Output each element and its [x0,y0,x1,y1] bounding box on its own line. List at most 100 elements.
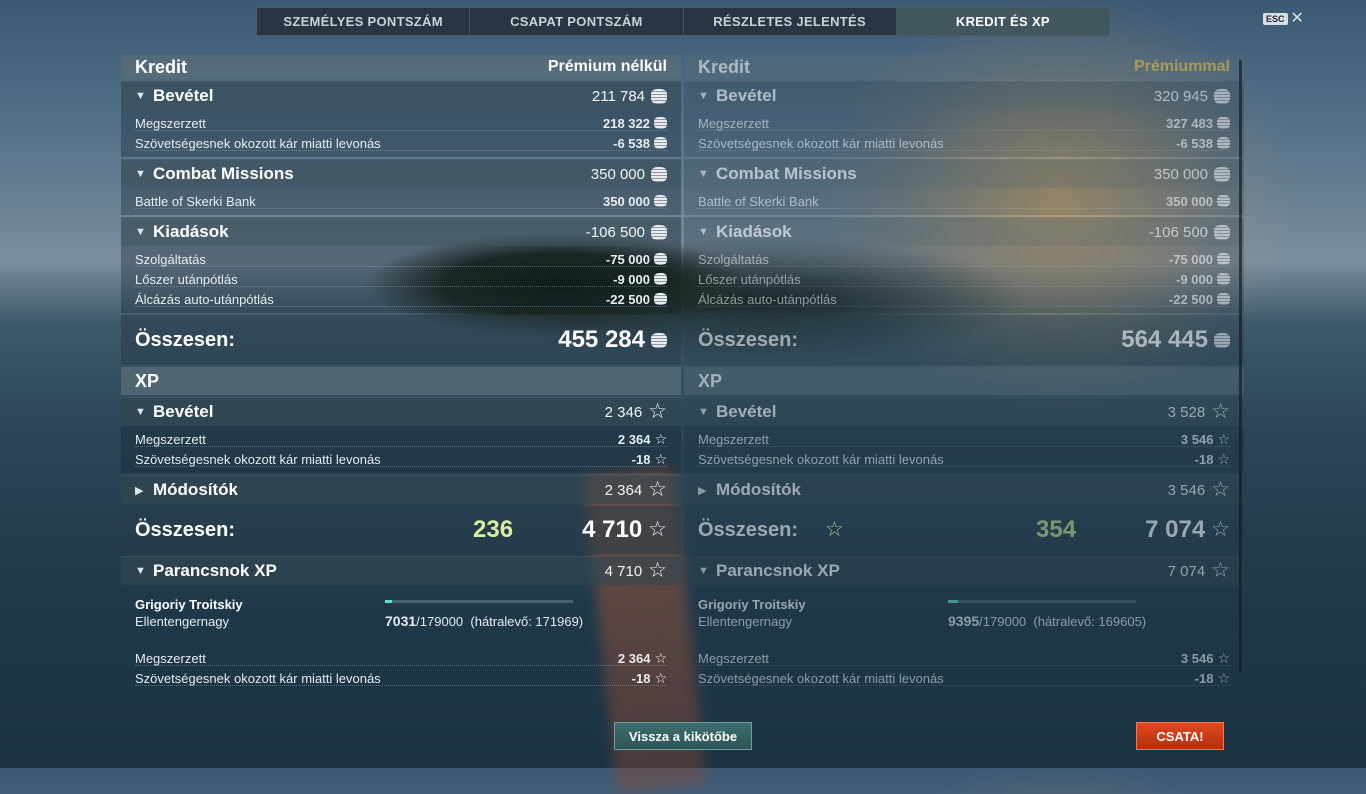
section-income[interactable]: ▼ Bevétel 320 945 [684,81,1244,110]
star-icon: ☆ [1217,670,1230,686]
list-item: Álcázás auto-utánpótlás -22 500 [121,289,681,309]
star-icon: ☆ [1217,650,1230,666]
list-item: Szövetségesnek okozott kár miatti levoná… [121,449,681,469]
commander-progress-bar [385,600,573,603]
credit-icon [651,224,667,240]
xp-total-value: 7 074 [1145,516,1206,543]
section-modifiers[interactable]: ▶ Módosítók 3 546 ☆ [684,475,1244,504]
collapse-triangle-icon: ▼ [135,90,146,102]
star-icon: ☆ [1211,400,1230,423]
section-label: Combat Missions [153,164,294,183]
star-icon: ☆ [648,400,667,423]
collapse-triangle-icon: ▼ [698,168,709,180]
section-commander-xp[interactable]: ▼ Parancsnok XP 7 074 ☆ [684,556,1244,585]
free-xp-value: 236 [473,516,514,543]
xp-header: XP [684,367,1244,395]
star-icon: ☆ [654,650,667,666]
tab-personal-score[interactable]: SZEMÉLYES PONTSZÁM [257,8,471,35]
panel-with-premium: Kredit Prémiummal ▼ Bevétel 320 945 Megsz… [684,55,1244,692]
list-item: Szövetségesnek okozott kár miatti levoná… [121,668,681,688]
xp-total: Összesen: 236☆ 4 710☆ [121,506,844,554]
credit-icon [654,293,667,305]
credit-header: Kredit Prémiummal [684,55,1244,79]
collapse-triangle-icon: ▼ [135,168,146,180]
section-value: -106 500 [585,223,645,241]
tab-detailed-report[interactable]: RÉSZLETES JELENTÉS [683,8,897,35]
credit-icon [1217,273,1230,285]
section-expenses[interactable]: ▼ Kiadások -106 500 [684,217,1244,246]
section-xp-income[interactable]: ▼ Bevétel 2 346 ☆ [121,397,681,426]
list-item: Szövetségesnek okozott kár miatti levoná… [684,668,1244,688]
section-value: 2 346 [604,403,643,421]
tab-team-score[interactable]: CSAPAT PONTSZÁM [470,8,684,35]
list-item: Álcázás auto-utánpótlás -22 500 [684,289,1244,309]
section-modifiers[interactable]: ▶ Módosítók 2 364 ☆ [121,475,681,504]
section-label: Bevétel [716,86,777,105]
star-icon: ☆ [654,431,667,447]
section-value: 320 945 [1153,87,1208,105]
section-label: Módosítók [153,480,238,499]
section-label: Kiadások [153,222,229,241]
list-item: Szövetségesnek okozott kár miatti levoná… [121,133,681,153]
expand-triangle-icon: ▶ [135,484,144,497]
section-label: Bevétel [153,86,214,105]
collapse-triangle-icon: ▼ [698,90,709,102]
section-xp-income[interactable]: ▼ Bevétel 3 528 ☆ [684,397,1244,426]
xp-header: XP [121,367,681,395]
section-label: Parancsnok XP [716,561,840,580]
collapse-triangle-icon: ▼ [135,565,146,577]
credit-icon [1217,117,1230,129]
star-icon: ☆ [1217,431,1230,447]
star-icon: ☆ [648,478,667,501]
list-item: Battle of Skerki Bank 350 000 [121,191,681,211]
section-value: 7 074 [1167,562,1206,580]
star-icon: ☆ [648,559,667,582]
section-expenses[interactable]: ▼ Kiadások -106 500 [121,217,681,246]
star-icon: ☆ [1211,518,1230,541]
section-income[interactable]: ▼ Bevétel 211 784 [121,81,681,110]
star-icon: ☆ [648,518,667,541]
collapse-triangle-icon: ▼ [135,406,146,418]
star-icon: ☆ [1211,478,1230,501]
section-label: Combat Missions [716,164,857,183]
tab-bar: SZEMÉLYES PONTSZÁM CSAPAT PONTSZÁM RÉSZL… [256,7,1110,36]
scrollbar[interactable] [1239,60,1242,672]
account-type-label: Prémium nélkül [547,58,667,75]
collapse-triangle-icon: ▼ [698,565,709,577]
section-label: Bevétel [716,402,777,421]
commander-progress-text: 9395/179000 (hátralevő: 169605) [948,613,1147,629]
account-type-label: Prémiummal [1133,58,1230,75]
commander-progress-text: 7031/179000 (hátralevő: 171969) [385,613,584,629]
list-item: Lőszer utánpótlás -9 000 [684,269,1244,289]
section-label: Parancsnok XP [153,561,277,580]
esc-close-button[interactable]: ESC ✕ [1263,10,1304,27]
section-commander-xp[interactable]: ▼ Parancsnok XP 4 710 ☆ [121,556,681,585]
star-icon: ☆ [1217,451,1230,467]
close-icon: ✕ [1290,10,1304,27]
collapse-triangle-icon: ▼ [698,406,709,418]
battle-button[interactable]: CSATA! [1136,722,1224,750]
commander-card: Grigoriy Troitskiy Ellentengernagy 7031/… [121,585,681,645]
list-item: Megszerzett 2 364 ☆ [121,429,681,449]
commander-rank: Ellentengernagy [698,614,792,629]
back-to-port-button[interactable]: Vissza a kikötőbe [614,722,752,750]
section-label: Kiadások [716,222,792,241]
credit-icon [1214,224,1230,240]
section-value: 350 000 [590,165,645,183]
list-item: Szövetségesnek okozott kár miatti levoná… [684,133,1244,153]
list-item: Battle of Skerki Bank 350 000 [684,191,1244,211]
credit-icon [654,137,667,149]
star-icon: ☆ [1211,559,1230,582]
credit-icon [654,253,667,265]
credit-title: Kredit [135,56,188,77]
credit-icon [651,88,667,104]
xp-total-value: 4 710 [582,516,643,543]
section-combat-missions[interactable]: ▼ Combat Missions 350 000 [121,159,681,188]
section-combat-missions[interactable]: ▼ Combat Missions 350 000 [684,159,1244,188]
credit-icon [654,273,667,285]
list-item: Megszerzett 218 322 [121,113,681,133]
expand-triangle-icon: ▶ [698,484,707,497]
list-item: Megszerzett 3 546 ☆ [684,429,1244,449]
list-item: Szolgáltatás -75 000 [121,249,681,269]
tab-credit-xp[interactable]: KREDIT ÉS XP [896,8,1109,35]
